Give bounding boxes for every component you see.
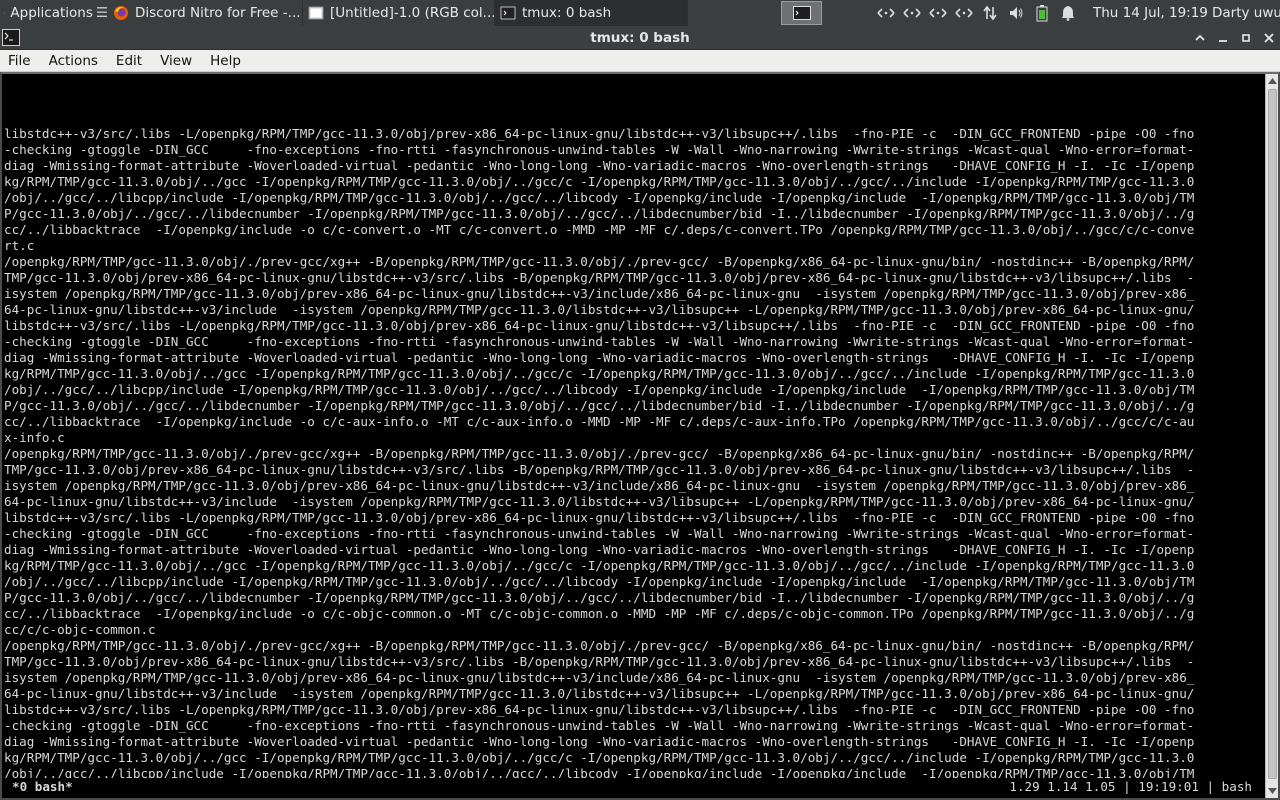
terminal-icon <box>500 6 516 20</box>
applications-label: Applications <box>10 5 93 21</box>
terminal-line: kg/RPM/TMP/gcc-11.3.0/obj/../gcc -I/open… <box>4 174 1195 189</box>
minimize-icon <box>1219 40 1227 42</box>
window-close-button[interactable] <box>1260 29 1278 47</box>
applications-menu[interactable]: Applications ☰ <box>0 0 108 26</box>
network-icon[interactable] <box>876 3 896 23</box>
terminal-line: TMP/gcc-11.3.0/obj/prev-x86_64-pc-linux-… <box>4 654 1195 669</box>
gimp-icon <box>308 6 324 20</box>
applications-separator-icon: ☰ <box>95 5 108 21</box>
terminal-line: cc/../libbacktrace -I/openpkg/include -o… <box>4 222 1195 237</box>
terminal-line: /obj/../gcc/../libcpp/include -I/openpkg… <box>4 382 1195 397</box>
terminal-scrollbar[interactable] <box>1265 74 1278 798</box>
terminal-output[interactable]: libstdc++-v3/src/.libs -L/openpkg/RPM/TM… <box>4 78 1260 778</box>
arrow-down-icon <box>1268 788 1277 794</box>
chevron-up-icon <box>1195 34 1205 41</box>
terminal-line: isystem /openpkg/RPM/TMP/gcc-11.3.0/obj/… <box>4 670 1195 685</box>
terminal-line: 64-pc-linux-gnu/libstdc++-v3/include -is… <box>4 302 1195 317</box>
terminal-line: kg/RPM/TMP/gcc-11.3.0/obj/../gcc -I/open… <box>4 750 1195 765</box>
terminal-line: libstdc++-v3/src/.libs -L/openpkg/RPM/TM… <box>4 702 1195 717</box>
arrow-up-icon <box>1268 78 1277 84</box>
firefox-icon <box>114 6 128 20</box>
terminal-line: cc/../libbacktrace -I/openpkg/include -o… <box>4 606 1195 621</box>
terminal-line: isystem /openpkg/RPM/TMP/gcc-11.3.0/obj/… <box>4 286 1195 301</box>
menu-edit[interactable]: Edit <box>107 50 151 72</box>
top-panel: Applications ☰ Discord Nitro for Free -.… <box>0 0 1280 26</box>
taskbar-item-label: [Untitled]-1.0 (RGB col... <box>330 5 494 21</box>
terminal-line: isystem /openpkg/RPM/TMP/gcc-11.3.0/obj/… <box>4 478 1195 493</box>
taskbar-item-label: Discord Nitro for Free -... <box>135 5 301 21</box>
scrollbar-thumb[interactable] <box>1268 89 1277 779</box>
terminal-line: kg/RPM/TMP/gcc-11.3.0/obj/../gcc -I/open… <box>4 558 1195 573</box>
scroll-down-button[interactable] <box>1266 784 1279 798</box>
taskbar-item-label: tmux: 0 bash <box>522 5 612 21</box>
terminal-line: /openpkg/RPM/TMP/gcc-11.3.0/obj/./prev-g… <box>4 638 1195 653</box>
window-maximize-button[interactable] <box>1237 29 1255 47</box>
terminal-line: x-info.c <box>4 430 65 445</box>
tmux-status-right: 1.29 1.14 1.05 | 19:19:01 | bash <box>1009 779 1252 794</box>
workspace-switcher[interactable] <box>781 1 822 25</box>
window-shade-button[interactable] <box>1191 29 1209 47</box>
terminal-line: -checking -gtoggle -DIN_GCC -fno-excepti… <box>4 334 1195 349</box>
terminal-line: diag -Wmissing-format-attribute -Woverlo… <box>4 350 1195 365</box>
tmux-status-bar: *0 bash* 1.29 1.14 1.05 | 19:19:01 | bas… <box>4 778 1262 796</box>
terminal-line: libstdc++-v3/src/.libs -L/openpkg/RPM/TM… <box>4 318 1195 333</box>
maximize-icon <box>1242 34 1250 42</box>
terminal-line: cc/../libbacktrace -I/openpkg/include -o… <box>4 414 1195 429</box>
tmux-window-label[interactable]: *0 bash* <box>12 778 73 796</box>
scroll-up-button[interactable] <box>1266 74 1279 88</box>
menu-view[interactable]: View <box>151 50 201 72</box>
menu-bar: File Actions Edit View Help <box>0 50 1280 72</box>
taskbar-item-firefox[interactable]: Discord Nitro for Free -... <box>108 0 303 26</box>
notification-bell-icon[interactable] <box>1058 3 1078 23</box>
transfer-arrows-icon[interactable] <box>980 3 1000 23</box>
terminal-line: /openpkg/RPM/TMP/gcc-11.3.0/obj/./prev-g… <box>4 254 1195 269</box>
close-icon <box>1264 33 1274 43</box>
terminal-line: 64-pc-linux-gnu/libstdc++-v3/include -is… <box>4 494 1195 509</box>
terminal-line: /obj/../gcc/../libcpp/include -I/openpkg… <box>4 190 1195 205</box>
terminal-line: /obj/../gcc/../libcpp/include -I/openpkg… <box>4 766 1195 778</box>
terminal-line: -checking -gtoggle -DIN_GCC -fno-excepti… <box>4 526 1195 541</box>
network-icon[interactable] <box>954 3 974 23</box>
taskbar-item-gimp[interactable]: [Untitled]-1.0 (RGB col... <box>303 0 495 26</box>
window-minimize-button[interactable] <box>1214 29 1232 47</box>
terminal-line: -checking -gtoggle -DIN_GCC -fno-excepti… <box>4 718 1195 733</box>
terminal-line: P/gcc-11.3.0/obj/../gcc/../libdecnumber … <box>4 206 1195 221</box>
terminal-line: diag -Wmissing-format-attribute -Woverlo… <box>4 542 1195 557</box>
workspace-window-icon <box>792 6 811 20</box>
panel-user-name[interactable]: Darty uwu <box>1212 0 1280 26</box>
window-titlebar[interactable]: tmux: 0 bash <box>0 26 1280 50</box>
menu-file[interactable]: File <box>0 50 40 72</box>
terminal-line: /obj/../gcc/../libcpp/include -I/openpkg… <box>4 574 1195 589</box>
terminal-line: libstdc++-v3/src/.libs -L/openpkg/RPM/TM… <box>4 510 1195 525</box>
terminal-line: TMP/gcc-11.3.0/obj/prev-x86_64-pc-linux-… <box>4 462 1195 477</box>
menu-help[interactable]: Help <box>201 50 250 72</box>
terminal-line: diag -Wmissing-format-attribute -Woverlo… <box>4 158 1195 173</box>
taskbar-item-terminal[interactable]: tmux: 0 bash <box>495 0 688 26</box>
window-title: tmux: 0 bash <box>590 30 690 46</box>
terminal-line: P/gcc-11.3.0/obj/../gcc/../libdecnumber … <box>4 590 1195 605</box>
terminal-line: TMP/gcc-11.3.0/obj/prev-x86_64-pc-linux-… <box>4 270 1195 285</box>
terminal-line: cc/c/c-objc-common.c <box>4 622 156 637</box>
network-icon[interactable] <box>928 3 948 23</box>
system-tray <box>876 0 1078 26</box>
volume-icon[interactable] <box>1006 3 1026 23</box>
terminal-line: diag -Wmissing-format-attribute -Woverlo… <box>4 734 1195 749</box>
terminal-line: libstdc++-v3/src/.libs -L/openpkg/RPM/TM… <box>4 126 1195 141</box>
battery-icon[interactable] <box>1032 3 1052 23</box>
network-icon[interactable] <box>902 3 922 23</box>
terminal-line: kg/RPM/TMP/gcc-11.3.0/obj/../gcc -I/open… <box>4 366 1195 381</box>
terminal-line: rt.c <box>4 238 35 253</box>
menu-actions[interactable]: Actions <box>40 50 107 72</box>
terminal-line: P/gcc-11.3.0/obj/../gcc/../libdecnumber … <box>4 398 1195 413</box>
applications-icon <box>4 12 6 14</box>
panel-clock[interactable]: Thu 14 Jul, 19:19 <box>1093 0 1208 26</box>
terminal-line: 64-pc-linux-gnu/libstdc++-v3/include -is… <box>4 686 1195 701</box>
terminal-line: -checking -gtoggle -DIN_GCC -fno-excepti… <box>4 142 1195 157</box>
terminal-line: /openpkg/RPM/TMP/gcc-11.3.0/obj/./prev-g… <box>4 446 1195 461</box>
terminal-area[interactable]: libstdc++-v3/src/.libs -L/openpkg/RPM/TM… <box>0 72 1280 800</box>
